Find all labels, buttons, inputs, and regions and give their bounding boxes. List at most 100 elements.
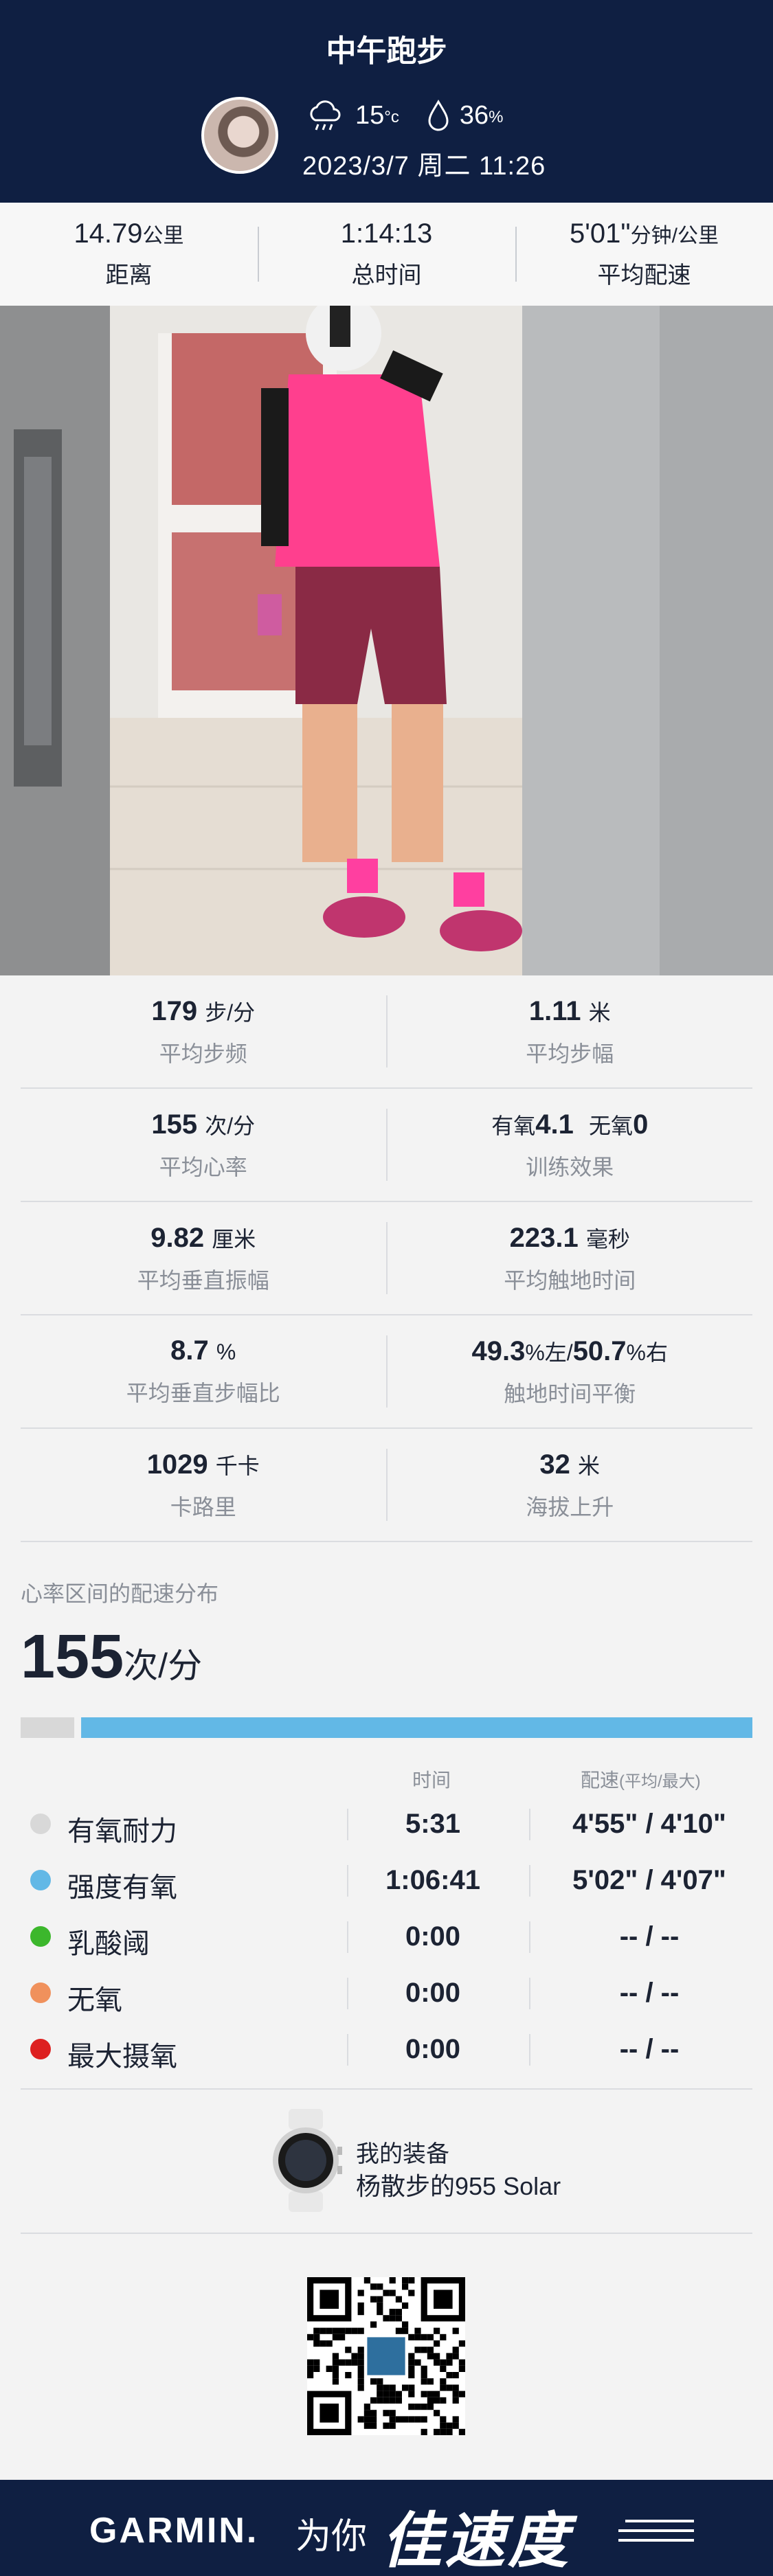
stats-row: 8.7 % 平均垂直步幅比 49.3%左/50.7%右 触地时间平衡 (21, 1315, 752, 1429)
divider (529, 1809, 530, 1840)
zone-row-tempo: 强度有氧 1:06:41 5'02" / 4'07" (21, 1853, 752, 1908)
qr-code[interactable] (307, 2277, 465, 2435)
avatar[interactable] (201, 97, 278, 174)
stat-training-effect: 有氧4.1 无氧0 训练效果 (388, 1109, 753, 1182)
gct-balance-label: 触地时间平衡 (504, 1381, 636, 1406)
distance-label: 距离 (105, 262, 153, 289)
heart-rate-unit: 次/分 (205, 1113, 256, 1138)
zone-pace: -- / -- (619, 1921, 680, 1952)
zone-dot-icon (30, 1870, 51, 1890)
stats-row: 179 步/分 平均步频 1.11 米 平均步幅 (21, 975, 752, 1089)
zone-name: 乳酸阈 (67, 1929, 150, 1959)
stat-vertical-ratio: 8.7 % 平均垂直步幅比 (21, 1335, 386, 1408)
stride-label: 平均步幅 (526, 1041, 614, 1066)
total-time-value: 1:14:13 (340, 218, 433, 249)
divider (529, 1865, 530, 1897)
humidity-unit: % (489, 107, 504, 126)
hr-zone-title: 心率区间的配速分布 (21, 1581, 219, 1606)
zone-time: 5:31 (405, 1809, 461, 1839)
zone-time: 1:06:41 (385, 1865, 480, 1895)
humidity-icon (427, 99, 450, 132)
calories-unit: 千卡 (215, 1453, 260, 1478)
hr-average-unit: 次/分 (124, 1647, 203, 1685)
zone-time: 0:00 (405, 1978, 461, 2008)
section-divider (21, 2088, 752, 2090)
ground-contact-value: 223.1 (509, 1222, 579, 1253)
zone-name: 有氧耐力 (67, 1816, 177, 1846)
hr-average: 155次/分 (21, 1622, 752, 1693)
cadence-label: 平均步频 (159, 1041, 247, 1066)
zone-dot-icon (30, 1926, 51, 1947)
zone-name: 无氧 (67, 1985, 122, 2015)
cadence-unit: 步/分 (205, 999, 256, 1025)
stat-cadence: 179 步/分 平均步频 (21, 995, 386, 1068)
summary-total-time: 1:14:13 总时间 (258, 218, 515, 290)
heart-rate-label: 平均心率 (159, 1154, 247, 1179)
col-pace-note: (平均/最大) (619, 1772, 701, 1791)
zone-name: 强度有氧 (67, 1873, 177, 1903)
elevation-unit: 米 (578, 1453, 601, 1478)
anaerobic-label: 无氧 (589, 1113, 634, 1138)
zone-pace: 5'02" / 4'07" (572, 1865, 726, 1895)
vertical-osc-value: 9.82 (150, 1222, 205, 1253)
anaerobic-value: 0 (633, 1109, 649, 1140)
stride-unit: 米 (588, 999, 611, 1025)
distance-value: 14.79 (74, 218, 143, 249)
stats-row: 9.82 厘米 平均垂直振幅 223.1 毫秒 平均触地时间 (21, 1202, 752, 1315)
watch-icon (268, 2109, 344, 2215)
col-pace-header: 配速(平均/最大) (581, 1765, 701, 1793)
col-pace-label: 配速 (581, 1770, 620, 1791)
vertical-osc-unit: 厘米 (212, 1226, 256, 1252)
stat-stride: 1.11 米 平均步幅 (388, 995, 753, 1068)
stats-row: 155 次/分 平均心率 有氧4.1 无氧0 训练效果 (21, 1089, 752, 1202)
cloud-icon (306, 98, 344, 133)
stats-grid: 179 步/分 平均步频 1.11 米 平均步幅 155 次/分 平均心率 有氧… (21, 975, 752, 1542)
temperature-unit: °c (384, 107, 399, 126)
stat-calories: 1029 千卡 卡路里 (21, 1449, 386, 1522)
avg-pace-value: 5'01" (570, 218, 631, 249)
zone-row-vo2max: 最大摄氧 0:00 -- / -- (21, 2022, 752, 2077)
vertical-osc-label: 平均垂直振幅 (137, 1267, 269, 1293)
vertical-ratio-unit: % (216, 1340, 236, 1364)
elevation-value: 32 (539, 1449, 570, 1480)
zone-pace: -- / -- (619, 1978, 680, 2008)
stats-row: 1029 千卡 卡路里 32 米 海拔上升 (21, 1429, 752, 1542)
avg-pace-label: 平均配速 (597, 262, 691, 289)
gct-left-value: 49.3 (471, 1335, 526, 1366)
ground-contact-unit: 毫秒 (585, 1226, 630, 1252)
zone-row-threshold: 乳酸阈 0:00 -- / -- (21, 1909, 752, 1964)
gct-left-unit: %左/ (525, 1340, 573, 1365)
vertical-ratio-value: 8.7 (170, 1335, 209, 1366)
header: 中午跑步 15°c 36% 2023/3/7 周二 11:26 (0, 0, 773, 203)
zone-dot-icon (30, 2039, 51, 2059)
garmin-logo: GARMIN. (89, 2511, 259, 2551)
gct-right-value: 50.7 (572, 1335, 627, 1366)
activity-datetime: 2023/3/7 周二 11:26 (302, 152, 546, 181)
divider (529, 1921, 530, 1953)
calories-label: 卡路里 (170, 1494, 236, 1519)
zone-row-anaerobic: 无氧 0:00 -- / -- (21, 1965, 752, 2020)
cadence-value: 179 (151, 995, 198, 1026)
hr-zone-section: 心率区间的配速分布 155次/分 时间 配速(平均/最大) 有氧耐力 5:31 … (21, 1577, 752, 2072)
stat-heart-rate: 155 次/分 平均心率 (21, 1109, 386, 1182)
stat-ground-contact: 223.1 毫秒 平均触地时间 (388, 1222, 753, 1295)
calories-value: 1029 (146, 1449, 208, 1480)
zone-bar-segment (21, 1717, 75, 1738)
elevation-label: 海拔上升 (526, 1494, 614, 1519)
divider (529, 2034, 530, 2066)
section-divider (21, 2233, 752, 2234)
total-time-label: 总时间 (351, 262, 422, 289)
activity-photo[interactable] (0, 306, 773, 975)
stat-gct-balance: 49.3%左/50.7%右 触地时间平衡 (388, 1335, 753, 1408)
zone-pace: -- / -- (619, 2034, 680, 2064)
divider (529, 1978, 530, 2009)
temperature-value: 15 (355, 100, 385, 130)
zone-row-aerobic-base: 有氧耐力 5:31 4'55" / 4'10" (21, 1796, 752, 1851)
avg-pace-unit: 分钟/公里 (630, 225, 719, 247)
speed-lines-icon (618, 2520, 694, 2542)
zone-dot-icon (30, 1814, 51, 1834)
distance-unit: 公里 (142, 225, 184, 247)
ground-contact-label: 平均触地时间 (504, 1267, 636, 1293)
device-card[interactable]: 我的装备 杨散步的955 Solar (268, 2109, 612, 2212)
zone-dot-icon (30, 1982, 51, 2003)
